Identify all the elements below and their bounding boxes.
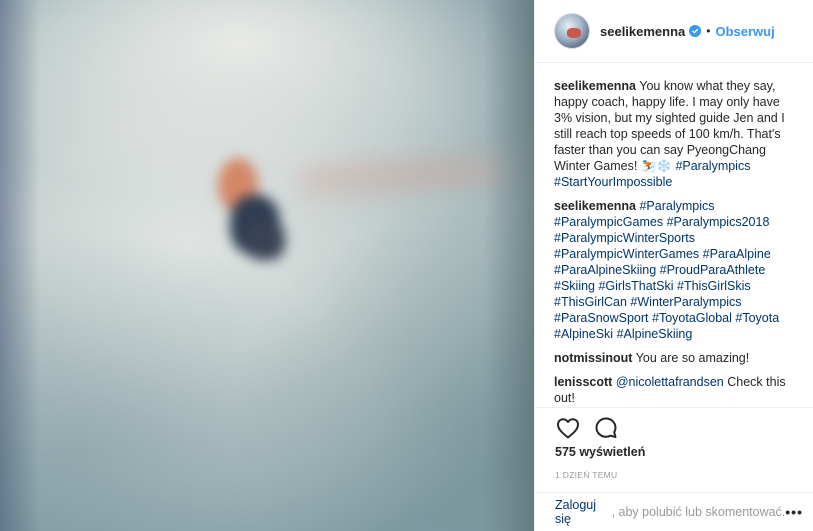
hashtag-link[interactable]: #ParaAlpineSkiing <box>554 263 656 277</box>
hashtag-link[interactable]: #ProudParaAthlete <box>660 263 766 277</box>
image-vignette-left <box>0 0 40 531</box>
post-side-panel: seelikemenna • Obserwuj seelikemenna You… <box>534 0 813 531</box>
login-prompt-text: , aby polubić lub skomentować. <box>611 505 786 519</box>
login-prompt: Zaloguj się , aby polubić lub skomentowa… <box>535 492 813 531</box>
hashtag-link[interactable]: #ThisGirlSkis <box>677 279 751 293</box>
skier-legs <box>245 220 285 260</box>
hashtag-link[interactable]: #ThisGirlCan <box>554 295 627 309</box>
post-username[interactable]: seelikemenna <box>600 24 685 39</box>
caption-comment: seelikemenna You know what they say, hap… <box>554 78 797 190</box>
hashtag-link[interactable]: #StartYourImpossible <box>554 175 672 189</box>
comment-item: lenisscott @nicolettafrandsen Check this… <box>554 374 797 406</box>
comment-author[interactable]: seelikemenna <box>554 79 636 93</box>
hashtag-link[interactable]: #ParalympicWinterSports <box>554 231 695 245</box>
view-count: 575 wyświetleń <box>555 445 646 459</box>
hashtag-link[interactable]: #WinterParalympics <box>630 295 741 309</box>
comment-item: notmissinout You are so amazing! <box>554 350 797 366</box>
hashtag-link[interactable]: #AlpineSki <box>554 327 613 341</box>
hashtag-link[interactable]: #ToyotaGlobal <box>652 311 732 325</box>
post-image[interactable] <box>0 0 534 531</box>
hashtag-link[interactable]: #GirlsThatSki <box>598 279 673 293</box>
comment-author[interactable]: lenisscott <box>554 375 612 389</box>
comment-text: You are so amazing! <box>635 351 750 365</box>
hashtag-link[interactable]: #Paralympics <box>639 199 714 213</box>
hashtag-link[interactable]: #AlpineSkiing <box>617 327 693 341</box>
hashtag-link[interactable]: #Skiing <box>554 279 595 293</box>
mention-link[interactable]: @nicolettafrandsen <box>616 375 724 389</box>
follow-button[interactable]: Obserwuj <box>715 24 774 39</box>
hashtag-link[interactable]: #ParaSnowSport <box>554 311 649 325</box>
hashtag-link[interactable]: #ParalympicGames <box>554 215 663 229</box>
hashtag-link[interactable]: #ParalympicWinterGames <box>554 247 699 261</box>
hashtag-link[interactable]: #Toyota <box>735 311 779 325</box>
blurred-skier <box>200 150 310 280</box>
hashtag-link[interactable]: #ParaAlpine <box>703 247 771 261</box>
post-actions <box>535 407 813 447</box>
comment-author[interactable]: seelikemenna <box>554 199 636 213</box>
verified-badge-icon <box>689 25 702 37</box>
header-separator: • <box>706 24 711 38</box>
hashtags-comment: seelikemenna #Paralympics #ParalympicGam… <box>554 198 797 342</box>
image-vignette-right <box>484 0 534 531</box>
heart-icon[interactable] <box>553 413 583 443</box>
avatar[interactable] <box>554 13 590 49</box>
comments-list[interactable]: seelikemenna You know what they say, hap… <box>535 64 813 407</box>
hashtag-link[interactable]: #Paralympics2018 <box>667 215 770 229</box>
comment-author[interactable]: notmissinout <box>554 351 632 365</box>
post-timestamp[interactable]: 1 dzień temu <box>555 470 617 480</box>
more-options-icon[interactable]: ••• <box>785 504 803 520</box>
post-header: seelikemenna • Obserwuj <box>535 0 813 63</box>
login-link[interactable]: Zaloguj się <box>555 498 608 526</box>
hashtag-link[interactable]: #Paralympics <box>675 159 750 173</box>
comment-bubble-icon[interactable] <box>591 413 621 443</box>
